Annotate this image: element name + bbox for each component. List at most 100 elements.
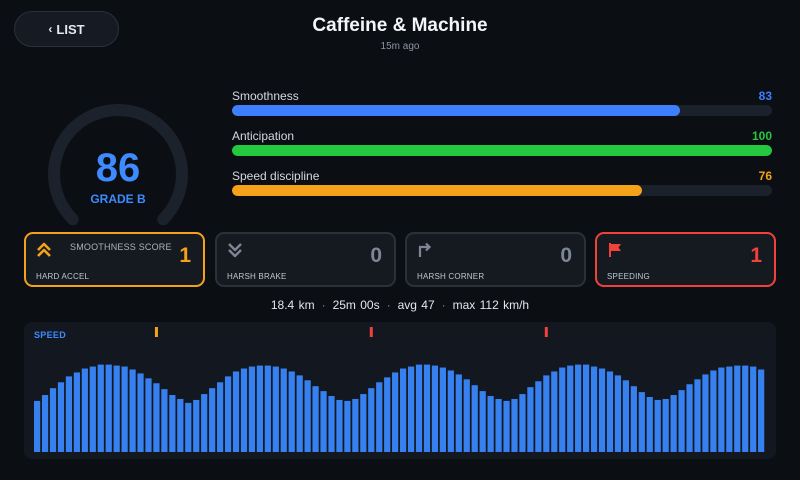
- speed-bar: [392, 372, 399, 452]
- speed-chart-panel: SPEED: [24, 322, 776, 459]
- speed-bar: [145, 378, 152, 452]
- trip-max-speed: max 112 km/h: [452, 298, 530, 312]
- metric-fill: [232, 105, 681, 116]
- speed-bar: [304, 380, 311, 452]
- metric-anticipation: Anticipation 100: [232, 129, 772, 159]
- speed-bar: [376, 382, 383, 452]
- speed-bar: [41, 395, 49, 452]
- speed-bar: [256, 365, 263, 452]
- hard-accel-event-marker: [154, 327, 158, 337]
- event-card-sublabel: SMOOTHNESS SCORE: [70, 242, 172, 252]
- speed-bar: [511, 398, 518, 452]
- metric-value: 100: [751, 129, 772, 143]
- metric-speed-discipline: Speed discipline 76: [232, 169, 772, 199]
- speed-bar: [121, 366, 128, 452]
- speed-bar: [519, 394, 526, 452]
- speed-bar: [161, 389, 168, 452]
- summary-separator: ·: [441, 298, 446, 312]
- speed-bar: [344, 400, 351, 452]
- speed-bar: [750, 366, 757, 452]
- speed-bar: [575, 364, 582, 452]
- event-card-label: HARSH CORNER: [417, 272, 485, 281]
- speed-bar: [686, 384, 693, 452]
- event-card-label: HARD ACCEL: [36, 272, 90, 281]
- speed-bar: [407, 366, 415, 452]
- speed-bar: [567, 365, 574, 452]
- metric-smoothness: Smoothness 83: [232, 89, 772, 119]
- speed-bar: [240, 368, 248, 452]
- speed-bar: [113, 365, 120, 452]
- speed-bar: [662, 398, 669, 452]
- metric-value: 76: [758, 169, 772, 183]
- speed-bar: [400, 368, 407, 452]
- event-card-hard-accel[interactable]: SMOOTHNESS SCORE HARD ACCEL 1: [24, 232, 205, 287]
- speed-bar: [527, 387, 534, 452]
- speed-bar: [280, 368, 287, 452]
- speed-bar: [431, 365, 439, 452]
- event-card-label: SPEEDING: [607, 272, 650, 281]
- speed-chart: [34, 327, 765, 453]
- metric-label: Anticipation: [232, 129, 295, 143]
- speed-bar: [439, 367, 446, 452]
- speeding-event-marker: [369, 327, 373, 337]
- trip-distance: 18.4 km: [270, 298, 315, 312]
- speed-bar: [89, 366, 96, 452]
- speed-bar: [288, 371, 295, 452]
- speed-bar: [73, 372, 80, 452]
- speed-bar: [583, 364, 590, 452]
- speed-bar: [217, 382, 224, 452]
- speed-bar: [670, 395, 677, 452]
- speed-bar: [352, 398, 359, 452]
- speed-bar: [209, 388, 216, 452]
- speed-bar: [177, 398, 184, 452]
- speed-bar: [503, 400, 510, 452]
- speed-bar: [694, 379, 701, 452]
- metric-track: [232, 145, 772, 156]
- speed-bar: [336, 399, 343, 452]
- speed-bar: [105, 364, 112, 452]
- metric-track: [232, 185, 772, 196]
- grade-label: GRADE B: [90, 192, 146, 206]
- speed-bar: [543, 375, 550, 452]
- speed-bar: [551, 371, 558, 452]
- speed-bar: [734, 365, 741, 452]
- event-card-speeding[interactable]: SPEEDING 1: [595, 232, 776, 287]
- trip-duration: 25m 00s: [332, 298, 380, 312]
- event-card-harsh-corner[interactable]: HARSH CORNER 0: [405, 232, 586, 287]
- event-card-count: 0: [560, 244, 572, 267]
- speed-bar: [638, 392, 645, 452]
- speed-bar: [614, 375, 622, 452]
- speed-bar: [328, 396, 335, 452]
- event-card-count: 0: [370, 244, 382, 267]
- speed-bar: [248, 366, 256, 452]
- metric-fill: [232, 145, 772, 156]
- speed-bar: [535, 381, 542, 452]
- speed-bar: [606, 371, 614, 452]
- speed-bar: [368, 388, 375, 452]
- speed-bar: [97, 364, 104, 452]
- speed-bar: [193, 399, 200, 452]
- speed-bar: [224, 376, 232, 453]
- trip-time-ago: 15m ago: [380, 41, 420, 52]
- speed-bar: [272, 366, 279, 452]
- event-card-harsh-brake[interactable]: HARSH BRAKE 0: [215, 232, 396, 287]
- double-chevron-down-icon: [228, 243, 242, 258]
- metric-value: 83: [758, 89, 772, 103]
- speed-bar: [153, 383, 160, 452]
- speed-bar: [423, 364, 431, 452]
- event-card-count: 1: [750, 244, 762, 267]
- speed-bar: [384, 377, 391, 452]
- speed-bar: [463, 379, 470, 452]
- speed-bar: [312, 386, 319, 452]
- speed-bar: [49, 388, 57, 452]
- flag-icon: [609, 243, 621, 257]
- speed-bar: [622, 380, 629, 452]
- metric-label: Speed discipline: [232, 169, 320, 183]
- speed-bar: [57, 382, 65, 452]
- trip-avg-speed: avg 47: [397, 298, 435, 312]
- speed-bar: [559, 367, 566, 452]
- double-chevron-up-icon: [37, 242, 51, 257]
- speed-bar: [81, 368, 88, 452]
- speed-bar: [360, 394, 367, 452]
- speed-bar: [495, 398, 502, 452]
